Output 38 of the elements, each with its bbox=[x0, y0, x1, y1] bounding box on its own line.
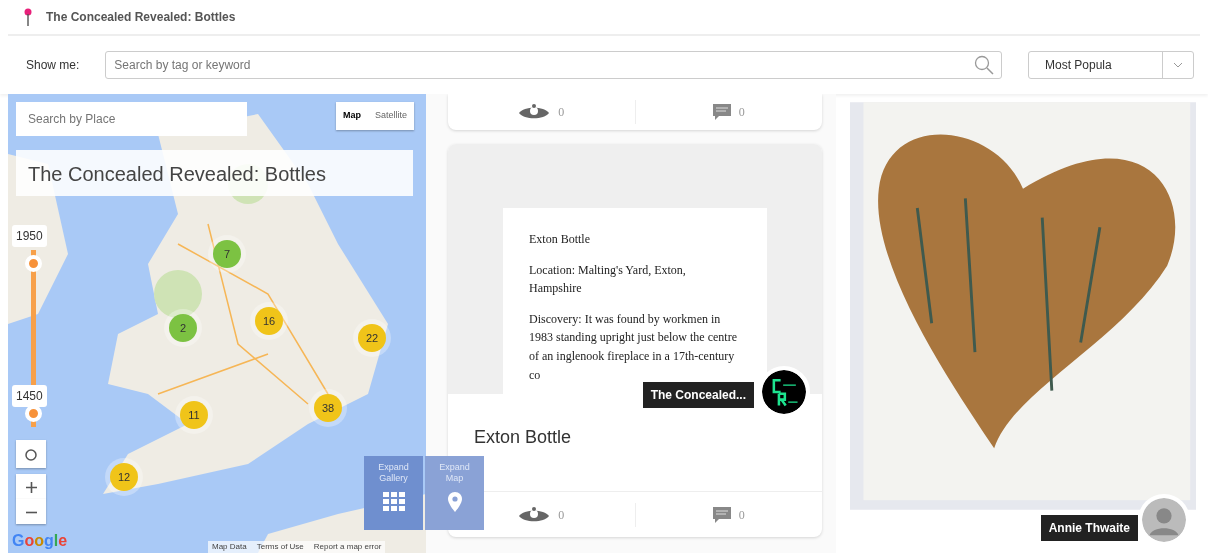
location-pin-icon bbox=[447, 491, 462, 512]
map-logo: Google bbox=[12, 531, 68, 551]
document-text: Location: Malting's Yard, Exton, Hampshire bbox=[529, 261, 687, 298]
locate-icon bbox=[24, 447, 38, 462]
comment-icon bbox=[712, 104, 731, 120]
attribution-link[interactable]: Report a map error bbox=[313, 541, 382, 553]
attribution-link[interactable]: Map Data bbox=[212, 541, 247, 553]
document-text: Exton Bottle bbox=[529, 231, 591, 248]
filter-label: Show me: bbox=[26, 57, 80, 74]
search-icon bbox=[974, 55, 994, 75]
eye-icon bbox=[518, 104, 551, 120]
card-title[interactable]: Exton Bottle bbox=[474, 424, 572, 451]
search-field[interactable]: Search by tag or keyword bbox=[105, 51, 1002, 79]
document-text: Discovery: It was found by workmen in 1983 standing upright just below the centre of an inglenook fireplace in a 17th-century co bbox=[529, 310, 738, 384]
pin-icon bbox=[24, 8, 32, 26]
map-type-tab[interactable]: Map bbox=[335, 102, 368, 130]
comment-icon bbox=[712, 506, 731, 523]
author-tag: The Concealed... bbox=[642, 382, 754, 408]
year-label: 1450 bbox=[12, 384, 47, 407]
locate-button[interactable] bbox=[16, 440, 46, 468]
eye-icon bbox=[518, 506, 551, 523]
view-count: 0 bbox=[558, 104, 565, 121]
minus-icon bbox=[25, 510, 37, 514]
map-type-tab[interactable]: Satellite bbox=[367, 102, 414, 130]
comment-count: 0 bbox=[738, 104, 745, 121]
author-tag: Annie Thwaite bbox=[1040, 515, 1138, 541]
attribution-link[interactable]: Terms of Use bbox=[256, 541, 304, 553]
grid-icon bbox=[382, 491, 405, 512]
page-title: The Concealed Revealed: Bottles bbox=[46, 9, 236, 26]
comment-count: 0 bbox=[738, 506, 745, 524]
zoom-in-button[interactable] bbox=[16, 474, 46, 499]
caret-icon bbox=[1173, 62, 1183, 68]
view-count: 0 bbox=[558, 506, 565, 524]
map-title: The Concealed Revealed: Bottles bbox=[16, 150, 413, 196]
place-search-field[interactable]: Search by Place bbox=[16, 102, 247, 136]
sort-dropdown[interactable]: Most Popula bbox=[1028, 51, 1194, 79]
plus-icon bbox=[25, 481, 37, 493]
year-label: 1950 bbox=[12, 225, 47, 248]
